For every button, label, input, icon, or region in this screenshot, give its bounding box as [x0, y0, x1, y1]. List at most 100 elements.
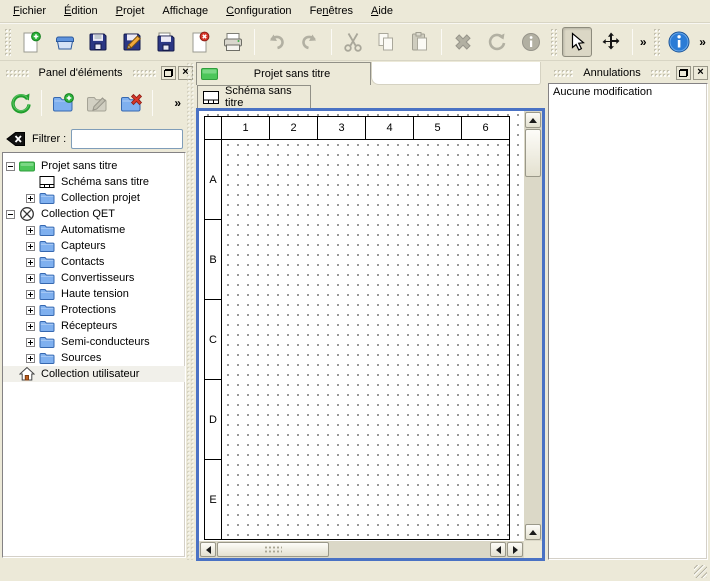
tree-item-capteurs[interactable]: Capteurs	[3, 238, 185, 254]
diagram-canvas[interactable]: 1 2 3 4 5 6 A B C D E	[199, 111, 524, 541]
toolbar-overflow-chevron[interactable]: »	[637, 35, 650, 49]
menu-aide[interactable]: Aide	[362, 2, 402, 20]
menu-fenetres[interactable]: Fenêtres	[301, 2, 362, 20]
menu-edition[interactable]: Édition	[55, 2, 107, 20]
menu-fichier[interactable]: Fichier	[4, 2, 55, 20]
select-tool-button[interactable]	[562, 27, 592, 57]
close-panel-button[interactable]: ×	[693, 66, 708, 80]
edit-category-button[interactable]	[82, 88, 112, 118]
new-document-icon	[20, 31, 42, 53]
dock-grip[interactable]	[5, 69, 29, 77]
tree-item-automatisme[interactable]: Automatisme	[3, 222, 185, 238]
column-header: 2	[269, 116, 318, 140]
tree-item-recepteurs[interactable]: Récepteurs	[3, 318, 185, 334]
panel-toolbar-overflow-chevron[interactable]: »	[171, 96, 184, 110]
tree-item-convertisseurs[interactable]: Convertisseurs	[3, 270, 185, 286]
filter-row: Filtrer :	[0, 127, 195, 151]
tab-projet-sans-titre[interactable]: Projet sans titre	[196, 62, 371, 85]
expand-icon[interactable]	[26, 194, 35, 203]
dock-splitter[interactable]	[186, 62, 195, 560]
tree-item-semi-conducteurs[interactable]: Semi-conducteurs	[3, 334, 185, 350]
expand-icon[interactable]	[26, 242, 35, 251]
toolbar-overflow-chevron[interactable]: »	[696, 35, 709, 49]
undo-list-item[interactable]: Aucune modification	[553, 86, 703, 98]
dock-grip[interactable]	[553, 69, 574, 77]
tab-schema-sans-titre[interactable]: Schéma sans titre	[197, 85, 311, 108]
undo-history-list[interactable]: Aucune modification	[548, 83, 708, 560]
arrow-up-icon	[529, 118, 537, 123]
expand-icon[interactable]	[26, 258, 35, 267]
tree-item-schema[interactable]: Schéma sans titre	[3, 174, 185, 190]
close-file-button[interactable]	[185, 27, 215, 57]
save-all-button[interactable]	[151, 27, 181, 57]
rotate-button[interactable]	[482, 27, 512, 57]
expand-icon[interactable]	[26, 290, 35, 299]
arrow-left-icon	[496, 546, 501, 554]
tree-item-protections[interactable]: Protections	[3, 302, 185, 318]
object-info-button[interactable]	[516, 27, 546, 57]
scroll-up-button[interactable]	[525, 524, 541, 540]
tree-item-projet[interactable]: Projet sans titre	[3, 158, 185, 174]
column-header: 6	[461, 116, 510, 140]
delete-button[interactable]	[448, 27, 478, 57]
vertical-scroll-thumb[interactable]	[525, 129, 541, 177]
horizontal-scrollbar[interactable]	[199, 541, 524, 558]
float-panel-button[interactable]	[161, 66, 176, 80]
print-button[interactable]	[219, 27, 249, 57]
element-info-button[interactable]	[665, 27, 695, 57]
toolbar-handle[interactable]	[4, 28, 11, 56]
copy-button[interactable]	[372, 27, 402, 57]
menu-configuration[interactable]: Configuration	[217, 2, 300, 20]
save-as-button[interactable]	[117, 27, 147, 57]
toolbar-handle[interactable]	[550, 28, 557, 56]
save-button[interactable]	[83, 27, 113, 57]
tree-item-collection-qet[interactable]: Collection QET	[3, 206, 185, 222]
collapse-icon[interactable]	[6, 162, 15, 171]
scroll-right-button[interactable]	[507, 542, 523, 557]
paste-button[interactable]	[405, 27, 435, 57]
toolbar-separator	[152, 90, 153, 116]
horizontal-scroll-thumb[interactable]	[217, 542, 329, 557]
undo-panel-titlebar: Annulations ×	[548, 64, 710, 81]
menu-projet[interactable]: Projet	[107, 2, 154, 20]
vertical-scrollbar[interactable]	[524, 111, 542, 558]
scroll-up-button[interactable]	[525, 112, 541, 128]
float-panel-button[interactable]	[676, 66, 691, 80]
tree-item-contacts[interactable]: Contacts	[3, 254, 185, 270]
new-category-button[interactable]	[48, 88, 78, 118]
scroll-left-button[interactable]	[200, 542, 216, 557]
size-grip[interactable]	[694, 565, 707, 578]
folder-icon	[39, 238, 56, 254]
reload-collections-button[interactable]	[5, 88, 35, 118]
expand-icon[interactable]	[26, 306, 35, 315]
menu-affichage[interactable]: Affichage	[153, 2, 217, 20]
elements-panel-titlebar: Panel d'éléments ×	[0, 64, 195, 81]
cut-button[interactable]	[338, 27, 368, 57]
collapse-icon[interactable]	[6, 210, 15, 219]
expand-icon[interactable]	[26, 322, 35, 331]
expand-icon[interactable]	[26, 354, 35, 363]
expand-icon[interactable]	[26, 274, 35, 283]
undo-button[interactable]	[261, 27, 291, 57]
open-document-button[interactable]	[50, 27, 80, 57]
expand-icon[interactable]	[26, 338, 35, 347]
filter-input[interactable]	[71, 129, 183, 149]
tree-item-collection-utilisateur[interactable]: Collection utilisateur	[3, 366, 185, 382]
move-tool-button[interactable]	[596, 27, 626, 57]
save-as-icon	[121, 31, 143, 53]
tree-item-sources[interactable]: Sources	[3, 350, 185, 366]
folder-icon	[39, 302, 56, 318]
toolbar-handle[interactable]	[653, 28, 660, 56]
dock-grip[interactable]	[650, 69, 671, 77]
dock-grip[interactable]	[132, 69, 156, 77]
delete-category-button[interactable]	[116, 88, 146, 118]
expand-icon[interactable]	[26, 226, 35, 235]
diagram-icon	[39, 174, 56, 190]
tree-item-haute-tension[interactable]: Haute tension	[3, 286, 185, 302]
redo-button[interactable]	[295, 27, 325, 57]
tree-item-collection-projet[interactable]: Collection projet	[3, 190, 185, 206]
clear-filter-icon[interactable]	[5, 130, 26, 148]
scroll-left-button[interactable]	[490, 542, 506, 557]
folder-icon	[39, 270, 56, 286]
new-document-button[interactable]	[16, 27, 46, 57]
